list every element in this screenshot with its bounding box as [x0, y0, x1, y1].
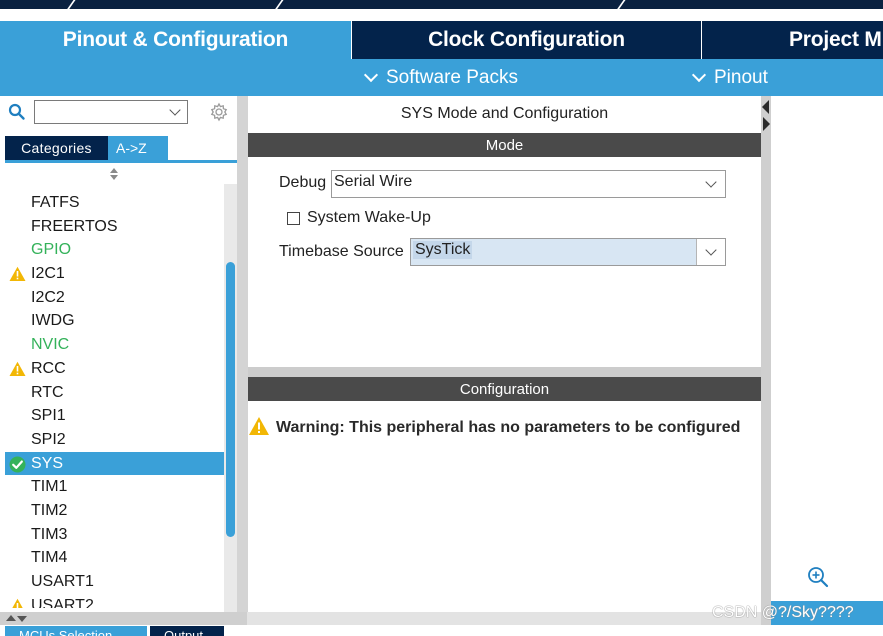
timebase-source-value: SysTick: [413, 241, 473, 259]
collapse-expand-icon[interactable]: [762, 98, 771, 134]
pinout-menu[interactable]: Pinout: [690, 59, 768, 96]
checkbox-box[interactable]: [287, 211, 300, 225]
list-item[interactable]: RTC: [5, 381, 224, 405]
tab-output[interactable]: Output: [150, 626, 224, 636]
section-divider[interactable]: [248, 367, 761, 377]
list-item-label: TIM4: [31, 549, 68, 567]
pinout-view-panel: [771, 96, 883, 625]
system-wakeup-checkbox[interactable]: System Wake-Up: [287, 208, 431, 228]
search-icon[interactable]: [8, 103, 26, 121]
category-tabs: Categories A->Z: [5, 136, 168, 160]
top-strip: [0, 0, 883, 9]
scrollbar-thumb[interactable]: [226, 262, 235, 537]
list-item-label: USART2: [31, 596, 94, 608]
list-item[interactable]: I2C1: [5, 262, 224, 286]
chevron-down-icon: [705, 176, 717, 188]
list-item[interactable]: I2C2: [5, 286, 224, 310]
list-item[interactable]: FREERTOS: [5, 215, 224, 239]
list-item-label: RCC: [31, 359, 66, 377]
tab-categories[interactable]: Categories: [5, 136, 108, 160]
list-item-label: SPI2: [31, 430, 66, 448]
warning-message: Warning: This peripheral has no paramete…: [248, 416, 741, 441]
tab-project-manager[interactable]: Project M: [702, 21, 883, 59]
tab-underline: [5, 160, 237, 163]
list-item[interactable]: IWDG: [5, 309, 224, 333]
list-item-label: TIM1: [31, 478, 68, 496]
chevron-down-icon: [363, 67, 379, 82]
list-item[interactable]: SYS: [5, 451, 224, 476]
list-item[interactable]: TIM2: [5, 499, 224, 523]
list-item[interactable]: TIM1: [5, 475, 224, 499]
list-item-label: SYS: [31, 454, 64, 472]
software-packs-label: Software Packs: [386, 66, 518, 88]
check-icon: [9, 456, 26, 473]
list-item-label: TIM3: [31, 525, 68, 543]
list-item-label: FREERTOS: [31, 217, 118, 235]
sub-menu-bar: Software Packs Pinout: [0, 59, 883, 96]
list-item-label: FATFS: [31, 194, 80, 211]
debug-value: Serial Wire: [334, 173, 413, 190]
sort-icon[interactable]: [109, 168, 119, 182]
chevron-down-icon: [169, 104, 181, 116]
list-item[interactable]: TIM3: [5, 523, 224, 547]
watermark: CSDN @?/Sky????: [712, 604, 854, 621]
list-item-label: USART1: [31, 573, 94, 590]
list-item-label: SPI1: [31, 407, 66, 425]
tab-mcus-selection[interactable]: MCUs Selection: [5, 626, 147, 636]
list-item[interactable]: FATFS: [5, 191, 224, 215]
list-item[interactable]: SPI2: [5, 428, 224, 452]
debug-label: Debug: [279, 174, 327, 191]
peripheral-list: FATFS FREERTOS GPIO I2C1 I2C2 IWDG NVIC RCC RTC S…: [5, 191, 224, 612]
list-item[interactable]: USART1: [5, 570, 224, 594]
main-tab-bar: Pinout & Configuration Clock Configurati…: [0, 21, 883, 59]
tab-a-to-z[interactable]: A->Z: [108, 136, 168, 160]
panel-divider[interactable]: [237, 96, 248, 625]
chevron-down-icon: [691, 67, 707, 82]
zoom-in-icon[interactable]: [806, 565, 830, 589]
software-packs-menu[interactable]: Software Packs: [362, 59, 518, 96]
timebase-source-select[interactable]: SysTick: [410, 238, 726, 266]
tab-pinout-configuration[interactable]: Pinout & Configuration: [0, 21, 352, 59]
list-item[interactable]: USART2: [5, 594, 224, 608]
timebase-source-label: Timebase Source: [279, 243, 404, 260]
stm32cubemx-window: Pinout & Configuration Clock Configurati…: [0, 0, 883, 636]
list-item[interactable]: TIM4: [5, 546, 224, 570]
list-item-label: TIM2: [31, 501, 68, 519]
list-item[interactable]: RCC: [5, 357, 224, 381]
pinout-label: Pinout: [714, 66, 768, 88]
list-item[interactable]: SPI1: [5, 404, 224, 428]
list-item[interactable]: NVIC: [5, 333, 224, 357]
list-item-label: I2C2: [31, 288, 65, 306]
list-item-label: I2C1: [31, 265, 65, 283]
mode-header: Mode: [248, 133, 761, 157]
right-panel-divider[interactable]: [761, 96, 771, 625]
expand-collapse-icon[interactable]: [6, 613, 28, 624]
bottom-strip: [247, 625, 883, 636]
center-bottom-bar: [247, 612, 761, 625]
warning-icon: [248, 416, 270, 441]
warning-icon: [9, 598, 26, 608]
system-wakeup-label: System Wake-Up: [307, 209, 431, 226]
tab-clock-configuration[interactable]: Clock Configuration: [352, 21, 702, 59]
search-input[interactable]: [34, 100, 188, 124]
warning-icon: [9, 361, 26, 377]
bottom-tabs: MCUs Selection Output: [0, 626, 247, 636]
configuration-header: Configuration: [248, 377, 761, 401]
gear-icon[interactable]: [209, 102, 229, 122]
list-item[interactable]: GPIO: [5, 238, 224, 262]
list-item-label: GPIO: [31, 241, 72, 259]
peripheral-sidebar: Categories A->Z FATFS FREERTOS GPIO I2C1 I2C…: [0, 96, 247, 612]
list-item-label: NVIC: [31, 336, 70, 354]
left-bottom-bar: [0, 612, 247, 625]
list-item-label: RTC: [31, 383, 64, 401]
warning-icon: [9, 266, 26, 282]
list-item-label: IWDG: [31, 312, 75, 330]
debug-select[interactable]: Serial Wire: [331, 170, 726, 198]
page-title: SYS Mode and Configuration: [400, 105, 609, 122]
warning-text: Warning: This peripheral has no paramete…: [276, 419, 741, 436]
